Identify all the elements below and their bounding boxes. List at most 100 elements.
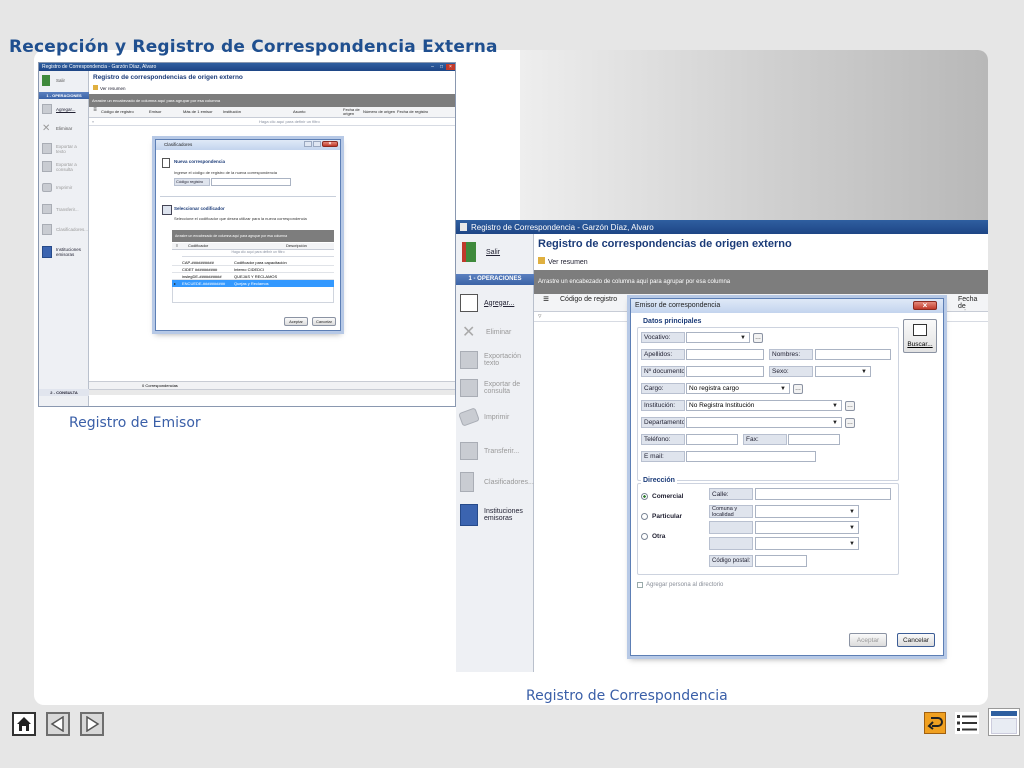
sidebar-item-print[interactable]: Imprimir [42,183,72,192]
institucion-select[interactable]: No Registra Institución [686,400,842,411]
sidebar-item-transfer[interactable]: Transferir... [460,442,519,460]
departamento-select[interactable] [686,417,842,428]
col-header[interactable]: Más de 1 emisor [183,107,223,117]
sidebar-item-export-text[interactable]: Exportar a texto [42,143,82,154]
cancel-button[interactable]: Cancelar [897,633,935,647]
departamento-more-button[interactable]: … [845,418,855,428]
institucion-more-button[interactable]: … [845,401,855,411]
view-summary-link[interactable]: Ver resumen [538,257,588,266]
horizontal-scrollbar[interactable] [89,389,455,395]
accept-button[interactable]: Aceptar [849,633,887,647]
add-directory-checkbox[interactable]: Agregar persona al directorio [637,582,723,588]
radio-comercial[interactable]: Comercial [641,493,683,500]
sidebar-item-print[interactable]: Imprimir [458,407,509,427]
cargo-select[interactable]: No registra cargo [686,383,790,394]
region-label [709,521,753,534]
sidebar-item-delete[interactable]: ✕ Eliminar [462,322,511,342]
table-row-selected[interactable]: ▸ ENCUEDE-########## Quejas y Reclamos [172,280,334,287]
close-button[interactable]: × [446,64,455,70]
home-button[interactable] [12,712,36,736]
minimize-button[interactable]: – [428,64,437,70]
sidebar-item-institutions[interactable]: Instituciones emisoras [460,504,528,526]
sidebar-item-export-text[interactable]: Exportación texto [460,351,526,369]
sexo-select[interactable] [815,366,871,377]
filter-row[interactable]: ▿ Haga clic aquí para definir un filtro [89,118,455,126]
table-row[interactable]: CAP-########## Codificador para capacita… [172,259,334,266]
region-select[interactable] [755,521,859,534]
grid-menu-icon[interactable]: ≡ [172,243,182,249]
codigo-postal-input[interactable] [755,555,807,567]
sidebar-section-operaciones[interactable]: 1 - OPERACIONES [39,92,89,99]
cell-desc: Quejas y Reclamos [234,281,269,286]
col-header[interactable]: Número de origen [363,107,397,117]
sidebar-item-export-query[interactable]: Exportar a consulta [42,161,82,172]
col-header[interactable]: Institución [223,107,293,117]
dialog-close-button[interactable]: × [913,301,937,310]
comuna-select[interactable] [755,505,859,518]
grid-menu-icon[interactable]: ≡ [89,107,101,117]
telefono-input[interactable] [686,434,738,445]
section-select-title: Seleccionar codificador [174,206,225,211]
apellidos-input[interactable] [686,349,764,360]
col-header[interactable]: Código de registro [101,107,149,117]
sidebar-item-add[interactable]: Agregar... [42,104,76,114]
vocativo-more-button[interactable]: … [753,333,763,343]
sidebar-item-exit[interactable]: Salir [42,75,65,86]
sidebar-item-institutions[interactable]: Instituciones emisoras [42,246,86,258]
dialog-maximize-button[interactable] [313,141,321,147]
sidebar-section-operaciones[interactable]: 1 - OPERACIONES [456,274,534,285]
dialog-filter-row[interactable]: Haga clic aquí para definir un filtro [182,250,334,257]
accept-button[interactable]: Aceptar [284,317,308,326]
sidebar-item-classifiers[interactable]: Clasificadores... [460,472,534,492]
return-button[interactable] [924,712,946,734]
dialog-close-button[interactable]: × [322,141,338,147]
maximize-button[interactable]: □ [437,64,446,70]
sidebar-item-exit[interactable]: Salir [462,242,500,262]
search-button[interactable]: Buscar... [903,319,937,353]
panel-gradient [520,50,988,230]
group-by-bar[interactable]: Arrastre un encabezado de columna aquí p… [534,270,988,294]
pais-select[interactable] [755,537,859,550]
email-input[interactable] [686,451,816,462]
documento-input[interactable] [686,366,764,377]
fax-input[interactable] [788,434,840,445]
sidebar-section-consulta[interactable]: 2 - CONSULTA [39,389,89,396]
table-row[interactable]: inslegDE-########## QUEJAS Y RECLAMOS [172,273,334,280]
transfer-icon [460,442,478,460]
sidebar-item-delete[interactable]: ✕ Eliminar [42,123,72,134]
sidebar-item-export-query[interactable]: Exportar de consulta [460,379,524,397]
caption-left: Registro de Emisor [69,415,201,431]
return-icon [927,717,943,730]
table-row[interactable]: CIDET ########## Interno CIDEDCI [172,266,334,273]
outline-button[interactable] [955,712,979,734]
nombres-input[interactable] [815,349,891,360]
dialog-group-bar[interactable]: Arrastre un encabezado de columna aquí p… [172,230,334,242]
col-header[interactable]: Emisor [149,107,183,117]
sidebar-item-classifiers[interactable]: Clasificadores... [42,224,88,235]
radio-particular[interactable]: Particular [641,513,682,520]
col-header[interactable]: Fecha de registro [397,107,428,117]
code-input[interactable] [211,178,291,186]
sidebar-item-label: Agregar... [484,299,515,307]
calle-label: Calle: [709,488,753,500]
col-header[interactable]: Fecha de origen [958,294,982,311]
cancel-button[interactable]: Cancelar [312,317,336,326]
col-header[interactable]: Descripción [266,243,326,249]
col-header[interactable]: Codificador [182,243,266,249]
sidebar-item-transfer[interactable]: Transferir... [42,204,79,214]
next-button[interactable] [80,712,104,736]
record-count: 0 Correspondencias [142,383,178,388]
grid-menu-icon[interactable]: ≡ [534,294,558,311]
vocativo-select[interactable] [686,332,750,343]
col-header[interactable]: Asunto [293,107,343,117]
col-header[interactable]: Fecha de origen [343,107,363,117]
group-by-bar[interactable]: Arrastre un encabezado de columna aquí p… [89,94,455,107]
cargo-more-button[interactable]: … [793,384,803,394]
calle-input[interactable] [755,488,891,500]
radio-otra[interactable]: Otra [641,533,665,540]
slide-thumbnail-button[interactable] [988,708,1020,736]
sidebar-item-add[interactable]: Agregar... [460,294,514,312]
previous-button[interactable] [46,712,70,736]
view-summary-link[interactable]: Ver resumen [93,85,126,91]
dialog-minimize-button[interactable] [304,141,312,147]
